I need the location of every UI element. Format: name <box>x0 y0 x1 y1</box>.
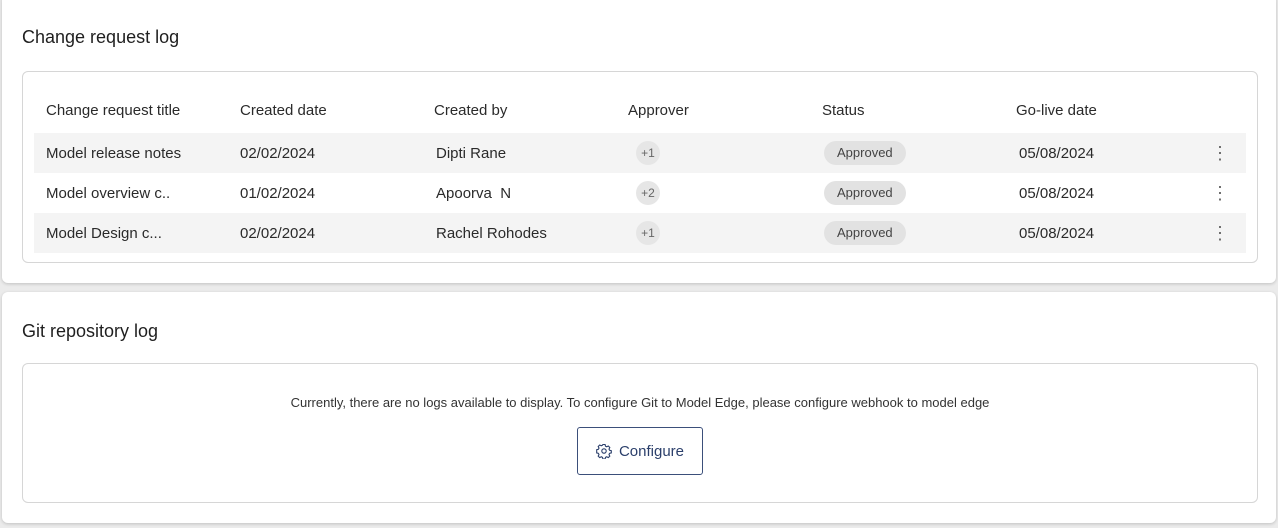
cell-status: Approved <box>810 213 1004 253</box>
configure-button-label: Configure <box>618 442 685 460</box>
cell-title[interactable]: Model overview c.. <box>34 173 228 213</box>
cell-created-date: 02/02/2024 <box>228 213 422 253</box>
cell-go-live-date: 05/08/2024 <box>1019 184 1095 202</box>
cell-go-live-date: 05/08/2024 <box>1004 213 1198 253</box>
cell-created-by: Dipti Rane <box>422 133 616 173</box>
git-repository-log-card: Git repository log Currently, there are … <box>2 292 1276 523</box>
cell-created-by: Apoorva N <box>436 184 512 202</box>
approver-count-chip[interactable]: +1 <box>636 221 660 245</box>
column-header-title: Change request title <box>46 101 181 119</box>
empty-state-message: Currently, there are no logs available t… <box>290 395 990 410</box>
cell-status: Approved <box>810 173 1004 213</box>
table-row[interactable]: Model release notes 02/02/2024 Dipti Ran… <box>34 133 1246 173</box>
column-header-approver: Approver <box>628 101 689 119</box>
column-header-actions <box>1198 87 1246 133</box>
cell-approver: +2 <box>616 173 810 213</box>
change-request-log-card: Change request log Change request title … <box>2 0 1276 283</box>
status-badge: Approved <box>824 181 906 205</box>
cell-actions: ⋮ <box>1198 213 1246 253</box>
change-request-table: Change request title Created date Create… <box>34 87 1246 253</box>
change-request-table-container: Change request title Created date Create… <box>22 71 1258 263</box>
more-options-icon[interactable]: ⋮ <box>1210 184 1230 202</box>
column-header-go-live-date: Go-live date <box>1016 101 1097 119</box>
approver-count-chip[interactable]: +1 <box>636 141 660 165</box>
table-row[interactable]: Model overview c.. 01/02/2024 Apoorva N … <box>34 173 1246 213</box>
cell-status: Approved <box>810 133 1004 173</box>
more-options-icon[interactable]: ⋮ <box>1210 144 1230 162</box>
cell-go-live-date: 05/08/2024 <box>1004 133 1198 173</box>
change-request-log-title: Change request log <box>22 27 180 47</box>
status-badge: Approved <box>824 141 906 165</box>
cell-title[interactable]: Model release notes <box>34 133 228 173</box>
status-badge: Approved <box>824 221 906 245</box>
cell-title[interactable]: Model Design c... <box>34 213 228 253</box>
table-header-row: Change request title Created date Create… <box>34 87 1246 133</box>
cell-created-date: 02/02/2024 <box>228 133 422 173</box>
gear-icon <box>596 443 612 459</box>
configure-button[interactable]: Configure <box>577 427 703 475</box>
approver-count-chip[interactable]: +2 <box>636 181 660 205</box>
git-repository-log-title: Git repository log <box>22 321 159 341</box>
git-log-empty-state: Currently, there are no logs available t… <box>22 363 1258 503</box>
cell-created-date: 01/02/2024 <box>240 184 316 202</box>
cell-actions: ⋮ <box>1198 133 1246 173</box>
cell-created-by: Rachel Rohodes <box>422 213 616 253</box>
column-header-created-date: Created date <box>240 101 327 119</box>
more-options-icon[interactable]: ⋮ <box>1210 224 1230 242</box>
column-header-status: Status <box>822 101 865 119</box>
cell-actions: ⋮ <box>1198 173 1246 213</box>
table-row[interactable]: Model Design c... 02/02/2024 Rachel Roho… <box>34 213 1246 253</box>
column-header-created-by: Created by <box>434 101 508 119</box>
cell-approver: +1 <box>616 213 810 253</box>
cell-approver: +1 <box>616 133 810 173</box>
